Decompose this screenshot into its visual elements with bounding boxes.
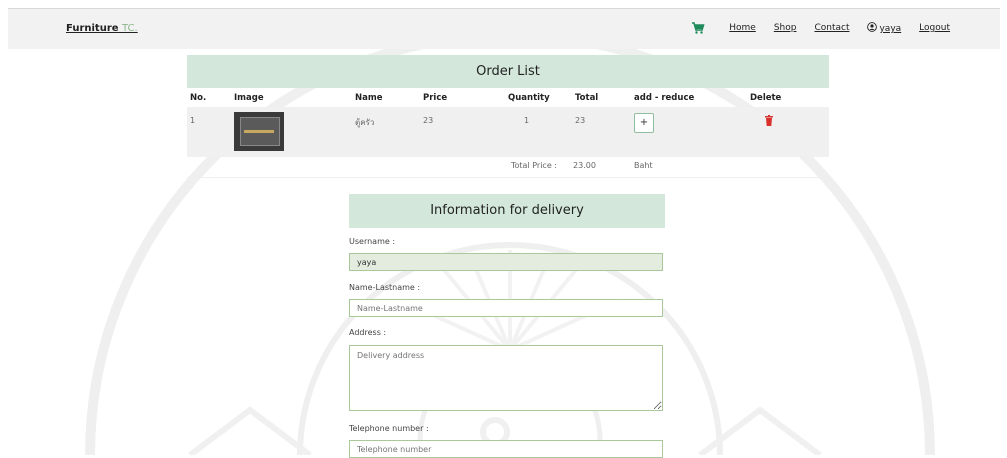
- address-field[interactable]: [349, 345, 663, 411]
- trash-icon[interactable]: [765, 115, 773, 126]
- product-image: [234, 112, 284, 151]
- nav-logout-link[interactable]: Logout: [919, 23, 950, 33]
- name-lastname-label: Name-Lastname :: [349, 283, 421, 292]
- cell-price: 23: [423, 116, 434, 125]
- user-circle-icon: [867, 22, 878, 32]
- telephone-label: Telephone number :: [349, 424, 429, 433]
- cell-total: 23: [575, 116, 586, 125]
- nav-links: Home Shop Contact yaya Logout: [691, 21, 950, 35]
- cart-icon[interactable]: [691, 21, 705, 35]
- col-price: Price: [423, 93, 448, 103]
- col-total: Total: [575, 93, 599, 103]
- cell-name: ตู้ครัว: [355, 118, 375, 127]
- cell-no: 1: [190, 116, 196, 125]
- nav-user-name: yaya: [879, 24, 902, 34]
- cell-quantity: 1: [524, 116, 530, 125]
- brand-logo[interactable]: Furniture TC.: [66, 23, 138, 34]
- add-quantity-button[interactable]: +: [634, 113, 654, 133]
- currency-label: Baht: [634, 161, 653, 170]
- nav-home-link[interactable]: Home: [729, 23, 756, 33]
- nav-shop-link[interactable]: Shop: [774, 23, 797, 33]
- col-add-reduce: add - reduce: [634, 93, 695, 103]
- total-price-label: Total Price :: [511, 161, 557, 170]
- telephone-field[interactable]: [349, 440, 663, 458]
- col-image: Image: [234, 93, 264, 103]
- address-label: Address :: [349, 328, 387, 337]
- delivery-info-title: Information for delivery: [349, 194, 665, 228]
- col-name: Name: [355, 93, 383, 103]
- username-field[interactable]: [349, 253, 663, 271]
- total-price-value: 23.00: [573, 161, 596, 170]
- order-list-title: Order List: [187, 55, 829, 88]
- brand-accent: TC.: [122, 23, 138, 34]
- brand-main: Furniture: [66, 23, 119, 34]
- divider: [187, 177, 829, 178]
- nav-user-link[interactable]: yaya: [867, 22, 901, 34]
- name-lastname-field[interactable]: [349, 299, 663, 317]
- navbar: Furniture TC. Home Shop Contact yaya Log…: [8, 8, 1000, 49]
- nav-contact-link[interactable]: Contact: [814, 23, 849, 33]
- username-label: Username :: [349, 237, 396, 246]
- col-no: No.: [190, 93, 207, 103]
- col-delete: Delete: [750, 93, 782, 103]
- col-quantity: Quantity: [508, 93, 550, 103]
